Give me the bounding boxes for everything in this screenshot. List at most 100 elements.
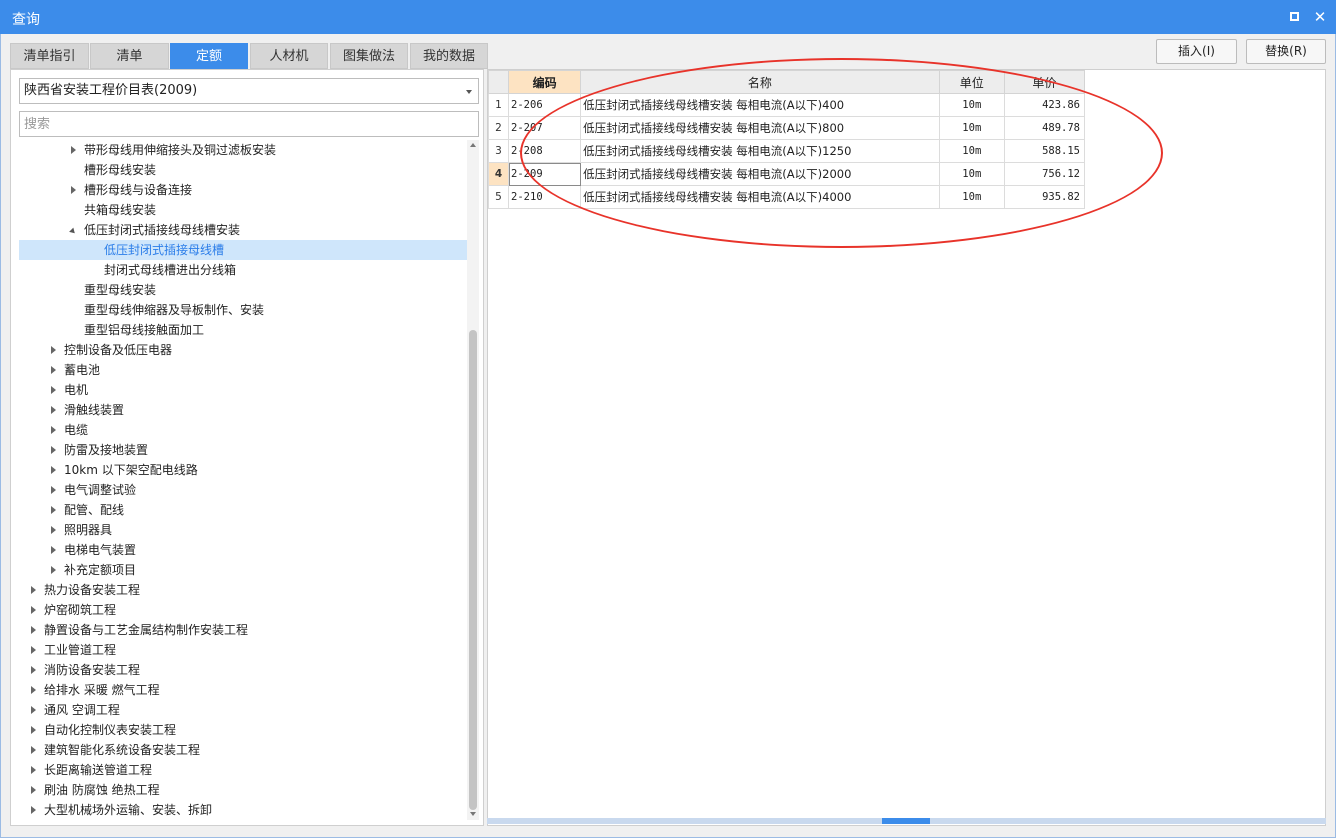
tab-labor-material-machine[interactable]: 人材机 xyxy=(250,43,328,69)
tab-bill[interactable]: 清单 xyxy=(90,43,169,69)
tree-item[interactable]: 给排水 采暖 燃气工程 xyxy=(19,680,467,700)
tree-item[interactable]: 工业管道工程 xyxy=(19,640,467,660)
table-row[interactable]: 3 2-208 低压封闭式插接线母线槽安装 每相电流(A以下)1250 10m … xyxy=(487,139,1086,163)
cell-code[interactable]: 2-210 xyxy=(508,185,582,209)
tree-item[interactable]: 大型机械场外运输、安装、拆卸 xyxy=(19,800,467,820)
tree-item[interactable]: 带形母线用伸缩接头及铜过滤板安装 xyxy=(19,140,467,160)
cell-unit[interactable]: 10m xyxy=(938,116,1005,140)
tree-item[interactable]: 防雷及接地装置 xyxy=(19,440,467,460)
cell-price[interactable]: 489.78 xyxy=(1003,116,1086,140)
collapse-arrow-icon[interactable] xyxy=(29,780,39,800)
tree-item[interactable]: 低压封闭式插接线母线槽安装 xyxy=(19,220,467,240)
collapse-arrow-icon[interactable] xyxy=(29,740,39,760)
tree-item[interactable]: 建筑智能化系统设备安装工程 xyxy=(19,740,467,760)
tree-item[interactable]: 长距离输送管道工程 xyxy=(19,760,467,780)
collapse-arrow-icon[interactable] xyxy=(29,760,39,780)
cell-code[interactable]: 2-208 xyxy=(508,139,582,163)
collapse-arrow-icon[interactable] xyxy=(49,520,59,540)
cell-name[interactable]: 低压封闭式插接线母线槽安装 每相电流(A以下)400 xyxy=(580,93,940,117)
table-row[interactable]: 2 2-207 低压封闭式插接线母线槽安装 每相电流(A以下)800 10m 4… xyxy=(487,116,1086,140)
collapse-arrow-icon[interactable] xyxy=(29,600,39,620)
collapse-arrow-icon[interactable] xyxy=(49,380,59,400)
tree-item[interactable]: 通风 空调工程 xyxy=(19,700,467,720)
cell-name[interactable]: 低压封闭式插接线母线槽安装 每相电流(A以下)2000 xyxy=(580,162,940,186)
tree-item[interactable]: 热力设备安装工程 xyxy=(19,580,467,600)
tree-item[interactable]: 电气调整试验 xyxy=(19,480,467,500)
tree-item[interactable]: 静置设备与工艺金属结构制作安装工程 xyxy=(19,620,467,640)
collapse-arrow-icon[interactable] xyxy=(69,140,79,160)
tree-scrollbar[interactable] xyxy=(467,140,479,820)
tree-item[interactable]: 重型铝母线接触面加工 xyxy=(19,320,467,340)
collapse-arrow-icon[interactable] xyxy=(69,180,79,200)
tree-item[interactable]: 槽形母线与设备连接 xyxy=(19,180,467,200)
cell-unit[interactable]: 10m xyxy=(938,185,1005,209)
column-header-rownum[interactable] xyxy=(487,70,510,94)
table-row[interactable]: 1 2-206 低压封闭式插接线母线槽安装 每相电流(A以下)400 10m 4… xyxy=(487,93,1086,117)
close-icon[interactable]: ✕ xyxy=(1310,7,1330,27)
insert-button[interactable]: 插入(I) xyxy=(1156,39,1237,64)
collapse-arrow-icon[interactable] xyxy=(29,720,39,740)
collapse-arrow-icon[interactable] xyxy=(29,640,39,660)
collapse-arrow-icon[interactable] xyxy=(49,420,59,440)
tree-item[interactable]: 刷油 防腐蚀 绝热工程 xyxy=(19,780,467,800)
cell-name[interactable]: 低压封闭式插接线母线槽安装 每相电流(A以下)800 xyxy=(580,116,940,140)
column-header-code[interactable]: 编码 xyxy=(508,70,582,94)
table-row[interactable]: 5 2-210 低压封闭式插接线母线槽安装 每相电流(A以下)4000 10m … xyxy=(487,185,1086,209)
cell-unit[interactable]: 10m xyxy=(938,139,1005,163)
tree-item[interactable]: 蓄电池 xyxy=(19,360,467,380)
collapse-arrow-icon[interactable] xyxy=(49,560,59,580)
table-row-current[interactable]: 4 2-209 低压封闭式插接线母线槽安装 每相电流(A以下)2000 10m … xyxy=(487,162,1086,186)
collapse-arrow-icon[interactable] xyxy=(29,680,39,700)
cell-unit[interactable]: 10m xyxy=(938,93,1005,117)
quota-library-select[interactable]: 陕西省安装工程价目表(2009) xyxy=(19,78,479,104)
replace-button[interactable]: 替换(R) xyxy=(1246,39,1326,64)
collapse-arrow-icon[interactable] xyxy=(29,660,39,680)
collapse-arrow-icon[interactable] xyxy=(29,700,39,720)
cell-code[interactable]: 2-207 xyxy=(508,116,582,140)
collapse-arrow-icon[interactable] xyxy=(49,460,59,480)
maximize-icon[interactable] xyxy=(1284,7,1304,27)
column-header-price[interactable]: 单价 xyxy=(1003,70,1086,94)
scroll-down-icon[interactable] xyxy=(470,812,476,816)
tree-item[interactable]: 炉窑砌筑工程 xyxy=(19,600,467,620)
tab-my-data[interactable]: 我的数据 xyxy=(410,43,488,69)
scroll-up-icon[interactable] xyxy=(470,143,476,147)
search-input[interactable] xyxy=(19,111,479,137)
cell-code-focused[interactable]: 2-209 xyxy=(508,162,582,186)
tab-quota[interactable]: 定额 xyxy=(170,43,248,69)
collapse-arrow-icon[interactable] xyxy=(29,580,39,600)
tree-item[interactable]: 封闭式母线槽进出分线箱 xyxy=(19,260,467,280)
tree-item[interactable]: 重型母线安装 xyxy=(19,280,467,300)
splitter-grip[interactable] xyxy=(882,818,930,824)
scroll-thumb[interactable] xyxy=(469,330,477,810)
tree-item[interactable]: 槽形母线安装 xyxy=(19,160,467,180)
column-header-unit[interactable]: 单位 xyxy=(938,70,1005,94)
collapse-arrow-icon[interactable] xyxy=(49,400,59,420)
tree-item[interactable]: 重型母线伸缩器及导板制作、安装 xyxy=(19,300,467,320)
expand-arrow-icon[interactable] xyxy=(69,220,79,240)
cell-name[interactable]: 低压封闭式插接线母线槽安装 每相电流(A以下)1250 xyxy=(580,139,940,163)
tree-item[interactable]: 控制设备及低压电器 xyxy=(19,340,467,360)
tab-bill-guide[interactable]: 清单指引 xyxy=(10,43,89,69)
tab-atlas-method[interactable]: 图集做法 xyxy=(330,43,408,69)
collapse-arrow-icon[interactable] xyxy=(29,800,39,820)
tree-item[interactable]: 电机 xyxy=(19,380,467,400)
tree-item[interactable]: 自动化控制仪表安装工程 xyxy=(19,720,467,740)
collapse-arrow-icon[interactable] xyxy=(49,340,59,360)
tree-item[interactable]: 电缆 xyxy=(19,420,467,440)
tree-item[interactable]: 10km 以下架空配电线路 xyxy=(19,460,467,480)
tree-item[interactable]: 共箱母线安装 xyxy=(19,200,467,220)
tree-item[interactable]: 照明器具 xyxy=(19,520,467,540)
collapse-arrow-icon[interactable] xyxy=(49,500,59,520)
collapse-arrow-icon[interactable] xyxy=(49,480,59,500)
tree-item[interactable]: 滑触线装置 xyxy=(19,400,467,420)
cell-name[interactable]: 低压封闭式插接线母线槽安装 每相电流(A以下)4000 xyxy=(580,185,940,209)
collapse-arrow-icon[interactable] xyxy=(49,540,59,560)
cell-price[interactable]: 756.12 xyxy=(1003,162,1086,186)
tree-item[interactable]: 消防设备安装工程 xyxy=(19,660,467,680)
cell-code[interactable]: 2-206 xyxy=(508,93,582,117)
tree-item[interactable]: 电梯电气装置 xyxy=(19,540,467,560)
bottom-splitter[interactable] xyxy=(487,818,1326,824)
tree-item[interactable]: 补充定额项目 xyxy=(19,560,467,580)
tree-item[interactable]: 配管、配线 xyxy=(19,500,467,520)
